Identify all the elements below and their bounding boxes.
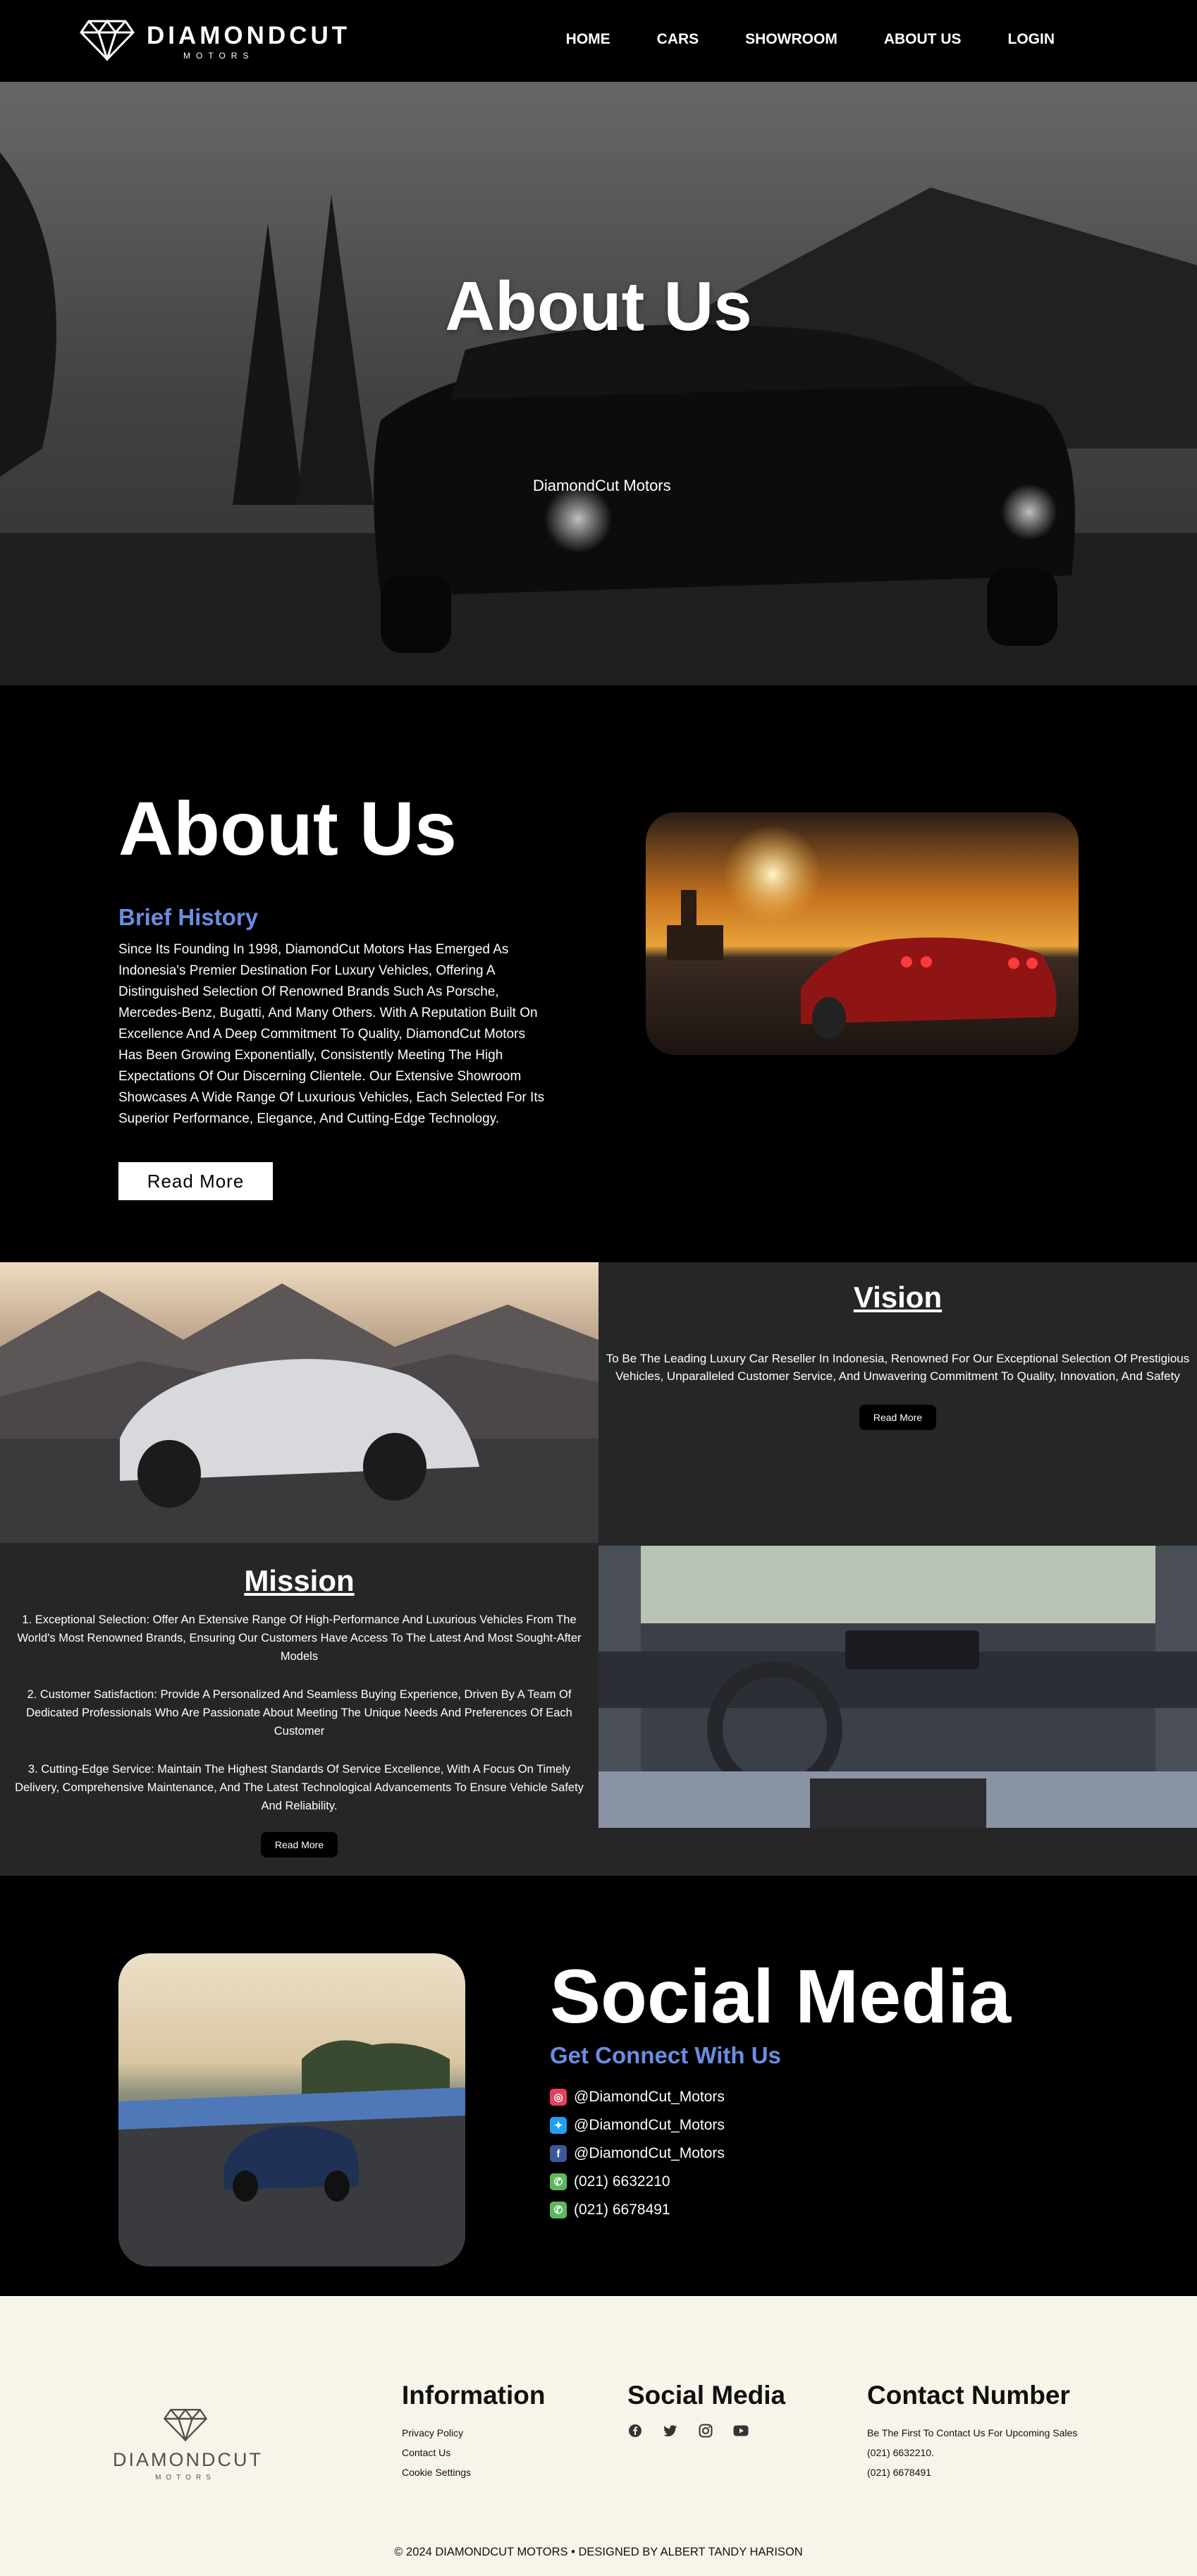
porsche-image [0, 1262, 598, 1543]
footer-logo[interactable]: DIAMONDCUT MOTORS [113, 2407, 263, 2482]
footer-contact: Contact Number Be The First To Contact U… [867, 2381, 1077, 2482]
footer-social-title: Social Media [627, 2381, 786, 2410]
social-title: Social Media [550, 1953, 1012, 2039]
mission-item: 2. Customer Satisfaction: Provide A Pers… [26, 1688, 572, 1738]
social-instagram[interactable]: ◎ @DiamondCut_Motors [550, 2083, 725, 2111]
facebook-icon[interactable] [627, 2423, 643, 2438]
footer-info-title: Information [402, 2381, 546, 2410]
brand-sub: MOTORS [183, 50, 254, 61]
contact-phone-2: (021) 6678491 [867, 2467, 932, 2478]
footer-social: Social Media [627, 2381, 785, 2438]
footer-information: Information Privacy Policy Contact Us Co… [402, 2381, 545, 2482]
footer: DIAMONDCUT MOTORS Information Privacy Po… [0, 2296, 1197, 2576]
vision-text: To Be The Leading Luxury Car Reseller In… [606, 1352, 1190, 1383]
privacy-policy-link[interactable]: Privacy Policy [402, 2423, 545, 2443]
diamond-icon [79, 18, 135, 64]
phone-number: (021) 6678491 [574, 2202, 670, 2218]
social-section: Social Media Get Connect With Us ◎ @Diam… [0, 1876, 1197, 2296]
nav-cars[interactable]: CARS [657, 31, 699, 48]
mission-list: 1. Exceptional Selection: Offer An Exten… [5, 1611, 594, 1815]
tesla-car-image [118, 1953, 465, 2266]
social-handle: @DiamondCut_Motors [574, 2117, 725, 2133]
nav-home[interactable]: HOME [566, 31, 610, 48]
contact-us-link[interactable]: Contact Us [402, 2443, 545, 2462]
facebook-icon: f [550, 2145, 567, 2162]
twitter-icon[interactable] [663, 2423, 678, 2438]
nav-about-us[interactable]: ABOUT US [884, 31, 962, 48]
copyright: © 2024 DIAMONDCUT MOTORS • DESIGNED BY A… [394, 2546, 803, 2558]
hero-subtitle: DiamondCut Motors [533, 477, 671, 494]
vision-title: Vision [853, 1281, 943, 1314]
contact-phone-1: (021) 6632210. [867, 2447, 934, 2458]
phone-number: (021) 6632210 [574, 2173, 670, 2190]
about-read-more-button[interactable]: Read More [118, 1162, 273, 1200]
top-nav: DIAMONDCUT MOTORS HOME CARS SHOWROOM ABO… [0, 0, 1197, 82]
mission-block: Mission 1. Exceptional Selection: Offer … [0, 1546, 598, 1876]
mission-read-more-button[interactable]: Read More [260, 1832, 338, 1857]
brief-history-text: Since Its Founding In 1998, DiamondCut M… [118, 942, 545, 1126]
phone-icon: ✆ [550, 2202, 567, 2218]
social-handle: @DiamondCut_Motors [574, 2089, 725, 2105]
diamond-icon [163, 2408, 208, 2444]
cookie-settings-link[interactable]: Cookie Settings [402, 2462, 545, 2482]
footer-brand-sub: MOTORS [155, 2474, 216, 2482]
connect-heading: Get Connect With Us [550, 2042, 781, 2068]
social-phone-2[interactable]: ✆ (021) 6678491 [550, 2196, 725, 2224]
hero-overlay [0, 82, 1197, 685]
nav-showroom[interactable]: SHOWROOM [745, 31, 837, 48]
brand-name: DIAMONDCUT [147, 21, 351, 49]
main-menu: HOME CARS SHOWROOM ABOUT US LOGIN [566, 31, 1055, 48]
sunset-car-image [646, 812, 1079, 1055]
instagram-icon: ◎ [550, 2089, 567, 2106]
contact-note: Be The First To Contact Us For Upcoming … [867, 2427, 1078, 2438]
hero-title: About Us [445, 267, 752, 345]
about-section: About Us Brief History Since Its Foundin… [0, 685, 1197, 1262]
vision-block: Vision To Be The Leading Luxury Car Rese… [598, 1262, 1197, 1543]
footer-contact-title: Contact Number [867, 2381, 1070, 2410]
car-interior-image [598, 1546, 1197, 1828]
social-facebook[interactable]: f @DiamondCut_Motors [550, 2139, 725, 2168]
youtube-icon[interactable] [733, 2423, 749, 2438]
social-twitter[interactable]: ✦ @DiamondCut_Motors [550, 2111, 725, 2139]
brand-logo[interactable]: DIAMONDCUT MOTORS [79, 18, 350, 64]
twitter-icon: ✦ [550, 2117, 567, 2134]
instagram-icon[interactable] [698, 2423, 713, 2438]
social-phone-1[interactable]: ✆ (021) 6632210 [550, 2168, 725, 2196]
mission-title: Mission [244, 1564, 355, 1597]
brief-history-heading: Brief History [118, 904, 259, 930]
hero-banner: About Us DiamondCut Motors [0, 82, 1197, 685]
phone-icon: ✆ [550, 2173, 567, 2190]
mission-item: 3. Cutting-Edge Service: Maintain The Hi… [15, 1763, 584, 1812]
mission-item: 1. Exceptional Selection: Offer An Exten… [17, 1613, 582, 1663]
social-handle: @DiamondCut_Motors [574, 2145, 725, 2161]
nav-login[interactable]: LOGIN [1008, 31, 1055, 48]
social-list: ◎ @DiamondCut_Motors ✦ @DiamondCut_Motor… [550, 2083, 725, 2224]
footer-brand: DIAMONDCUT [113, 2449, 263, 2470]
vision-read-more-button[interactable]: Read More [859, 1405, 937, 1430]
about-title: About Us [118, 786, 457, 871]
vision-mission-section: Vision To Be The Leading Luxury Car Rese… [0, 1262, 1197, 1876]
